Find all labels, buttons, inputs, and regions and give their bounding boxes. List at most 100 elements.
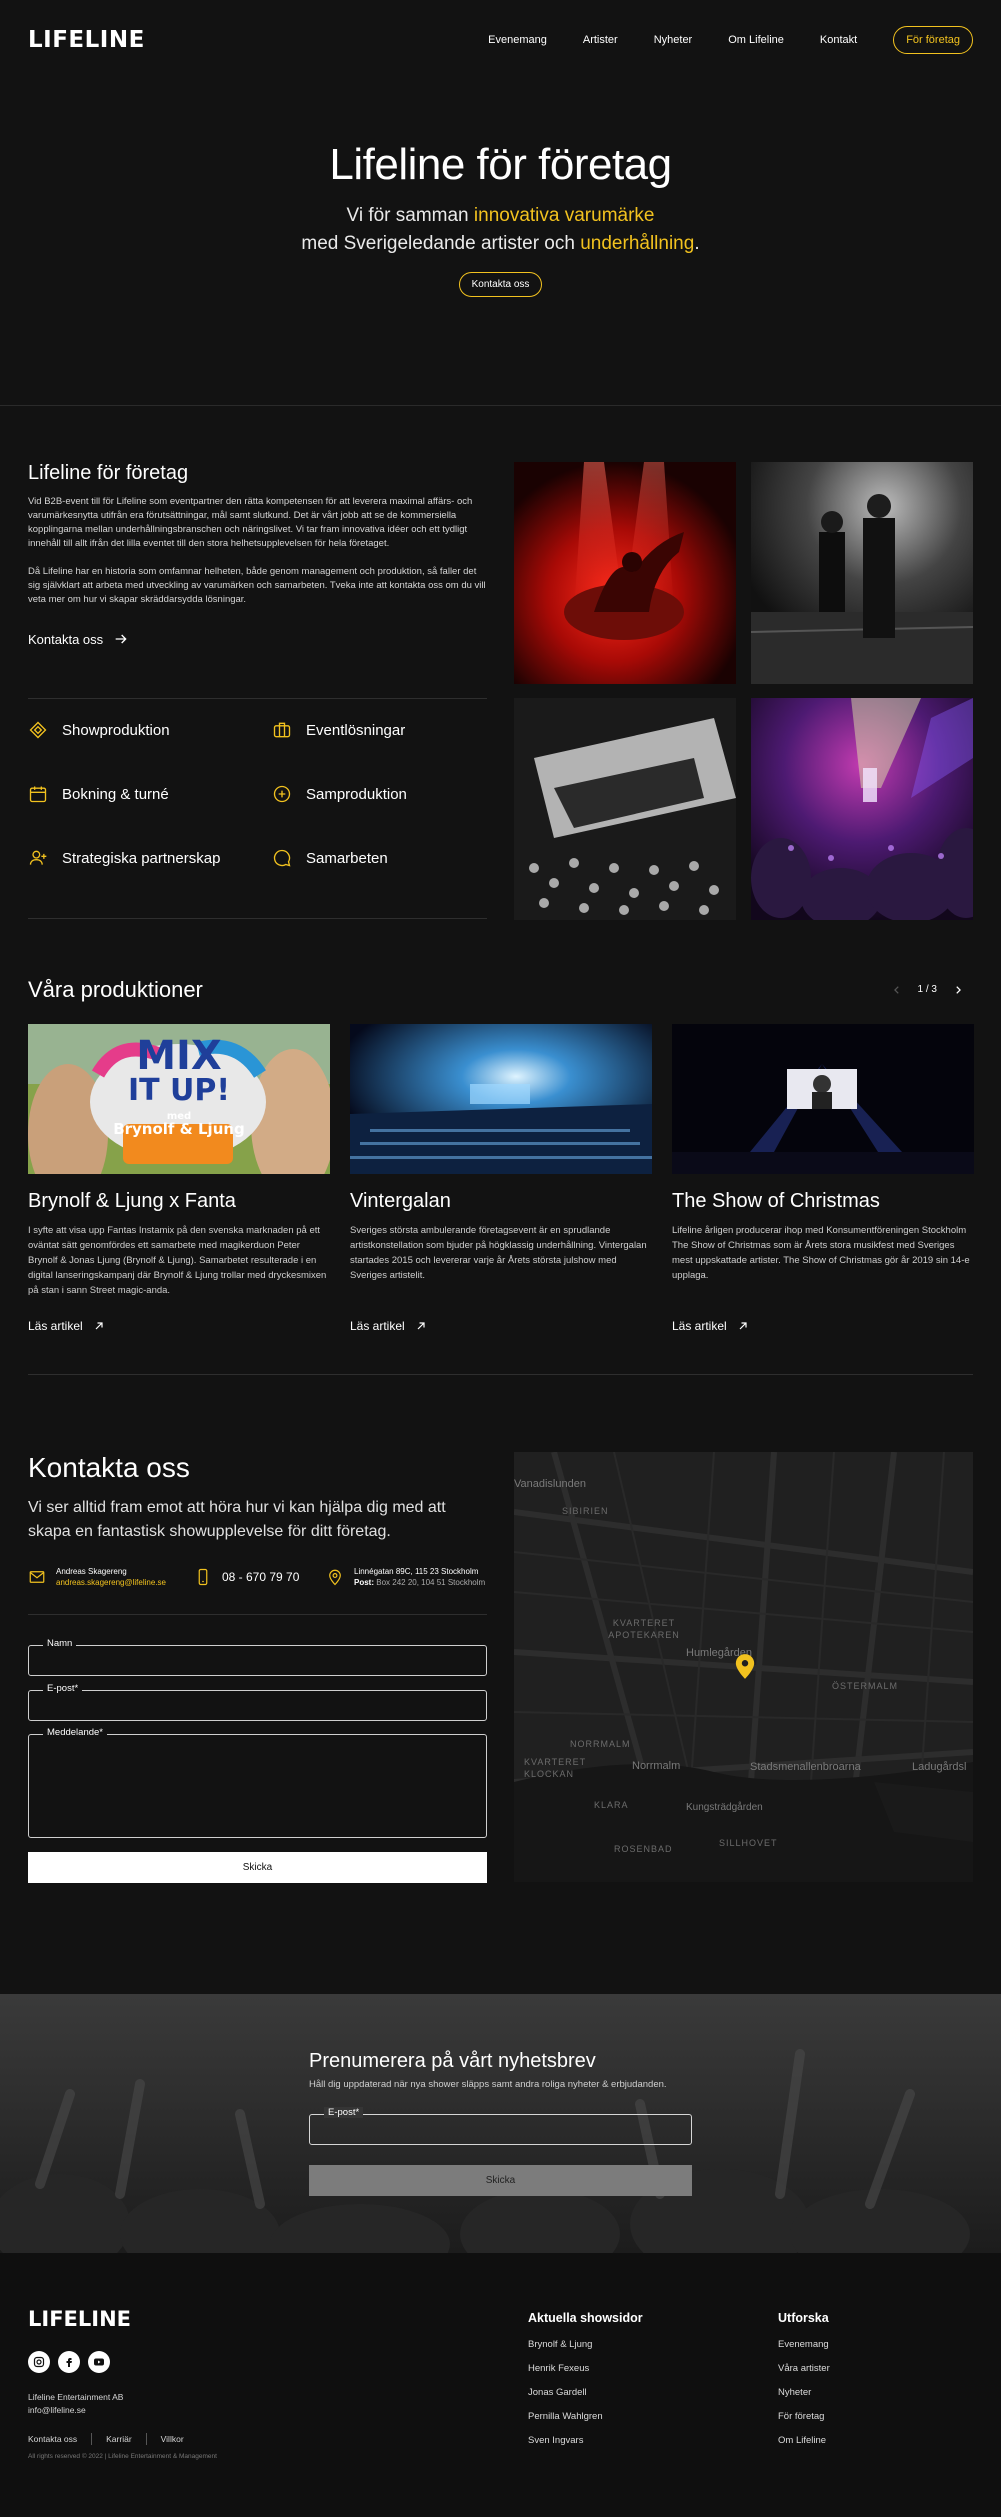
production-text: I syfte att visa upp Fantas Instamix på … bbox=[28, 1225, 327, 1296]
read-article-label: Läs artikel bbox=[350, 1319, 405, 1333]
fanta-logo-text-4: Brynolf & Ljung bbox=[113, 1120, 245, 1138]
contact-address-line1: Linnégatan 89C, 115 23 Stockholm bbox=[354, 1567, 479, 1576]
map[interactable]: SIBIRIEN KVARTERET APOTEKAREN ÖSTERMALM … bbox=[514, 1452, 973, 1882]
footer-col-utforska: Utforska Evenemang Våra artister Nyheter… bbox=[778, 2311, 830, 2459]
newsletter-email-label: E-post* bbox=[324, 2107, 364, 2118]
footer-link[interactable]: Evenemang bbox=[778, 2339, 830, 2350]
calendar-icon bbox=[29, 786, 47, 803]
service-label: Bokning & turné bbox=[62, 785, 169, 803]
footer-link[interactable]: Jonas Gardell bbox=[528, 2387, 643, 2398]
production-card-show-of-christmas[interactable]: The Show of Christmas Lifeline årligen p… bbox=[672, 1024, 974, 1335]
hero-title: Lifeline för företag bbox=[329, 140, 672, 189]
chevron-right-icon[interactable] bbox=[953, 985, 963, 995]
nav-link-kontakt[interactable]: Kontakt bbox=[820, 34, 857, 46]
about-divider-bottom bbox=[28, 918, 487, 919]
nav-link-evenemang[interactable]: Evenemang bbox=[488, 34, 547, 46]
hero-contact-button[interactable]: Kontakta oss bbox=[458, 272, 543, 297]
nav-link-nyheter[interactable]: Nyheter bbox=[654, 34, 693, 46]
hero-line1-highlight: innovativa varumärke bbox=[473, 205, 655, 226]
youtube-icon[interactable] bbox=[88, 2351, 110, 2373]
diamond-icon bbox=[29, 721, 47, 739]
footer-link-kontakta-oss[interactable]: Kontakta oss bbox=[28, 2434, 77, 2444]
page: LIFELINE Evenemang Artister Nyheter Om L… bbox=[0, 0, 1001, 2517]
footer-link[interactable]: Henrik Fexeus bbox=[528, 2363, 643, 2374]
production-image-fanta: MIX IT UP! med Brynolf & Ljung bbox=[28, 1024, 330, 1174]
newsletter-title: Prenumerera på vårt nyhetsbrev bbox=[309, 2050, 596, 2072]
newsletter-submit-button[interactable]: Skicka bbox=[309, 2165, 692, 2196]
footer-link[interactable]: Brynolf & Ljung bbox=[528, 2339, 643, 2350]
nav-link-artister[interactable]: Artister bbox=[583, 34, 618, 46]
production-image-vintergalan bbox=[350, 1024, 652, 1174]
nav-link-om-lifeline[interactable]: Om Lifeline bbox=[728, 34, 784, 46]
top-nav: LIFELINE Evenemang Artister Nyheter Om L… bbox=[0, 0, 1001, 80]
facebook-icon[interactable] bbox=[58, 2351, 80, 2373]
footer-link[interactable]: Om Lifeline bbox=[778, 2435, 830, 2446]
chevron-left-icon[interactable] bbox=[892, 985, 902, 995]
production-card-vintergalan[interactable]: Vintergalan Sveriges största ambulerande… bbox=[350, 1024, 652, 1335]
footer-email[interactable]: info@lifeline.se bbox=[28, 2404, 123, 2417]
read-article-link[interactable]: Läs artikel bbox=[28, 1319, 105, 1333]
read-article-link[interactable]: Läs artikel bbox=[672, 1319, 749, 1333]
logo[interactable]: LIFELINE bbox=[28, 27, 145, 53]
read-article-link[interactable]: Läs artikel bbox=[350, 1319, 427, 1333]
service-samproduktion: Samproduktion bbox=[272, 784, 488, 804]
contact-divider bbox=[28, 1614, 487, 1615]
arrow-right-icon bbox=[115, 634, 127, 644]
contact-submit-button[interactable]: Skicka bbox=[28, 1852, 487, 1883]
read-article-label: Läs artikel bbox=[672, 1319, 727, 1333]
footer-col-title: Utforska bbox=[778, 2311, 829, 2325]
map-street-stadsmenallenbroarna: Stadsmenallenbroarna bbox=[750, 1761, 861, 1773]
footer-link[interactable]: För företag bbox=[778, 2411, 830, 2422]
footer-link-karriar[interactable]: Karriär bbox=[106, 2434, 132, 2444]
contact-lead: Vi ser alltid fram emot att höra hur vi … bbox=[28, 1499, 446, 1540]
email-field[interactable]: E-post* bbox=[28, 1683, 487, 1721]
map-street-kungstradgarden: Kungsträdgården bbox=[686, 1802, 763, 1813]
hero-line2: med Sverigeledande artister och bbox=[301, 233, 581, 254]
read-article-label: Läs artikel bbox=[28, 1319, 83, 1333]
fanta-logo-text-2: IT UP! bbox=[127, 1073, 231, 1108]
footer-logo[interactable]: LIFELINE bbox=[28, 2307, 131, 2331]
contact-person-email[interactable]: andreas.skagereng@lifeline.se bbox=[56, 1577, 166, 1588]
pager-count: 1 / 3 bbox=[917, 984, 937, 995]
contact-info-row: Andreas Skagereng andreas.skagereng@life… bbox=[28, 1566, 487, 1588]
production-image-christmas bbox=[672, 1024, 974, 1174]
nav-cta-for-foretag[interactable]: För företag bbox=[893, 26, 973, 54]
photo-crowd-bw bbox=[514, 698, 736, 920]
map-street-ladugardsl: Ladugårdsl bbox=[912, 1761, 967, 1773]
about-contact-link[interactable]: Kontakta oss bbox=[28, 631, 129, 647]
productions-divider bbox=[28, 1374, 973, 1375]
message-field[interactable]: Meddelande* bbox=[28, 1727, 487, 1838]
production-card-fanta[interactable]: MIX IT UP! med Brynolf & Ljung Brynolf &… bbox=[28, 1024, 330, 1335]
productions-title: Våra produktioner bbox=[28, 977, 203, 1002]
instagram-icon[interactable] bbox=[28, 2351, 50, 2373]
map-street-norrmalm: Norrmalm bbox=[632, 1760, 681, 1772]
service-bokning-turne: Bokning & turné bbox=[28, 784, 272, 804]
hero-subtitle: Vi för samman innovativa varumärke med S… bbox=[0, 202, 1001, 258]
name-field[interactable]: Namn bbox=[28, 1638, 487, 1676]
footer-link[interactable]: Sven Ingvars bbox=[528, 2435, 643, 2446]
photo-concert-purple bbox=[751, 698, 973, 920]
footer: LIFELINE Lifeline Entertainment AB info@… bbox=[0, 2253, 1001, 2517]
phone-icon bbox=[198, 1568, 208, 1586]
contact-phone-number[interactable]: 08 - 670 79 70 bbox=[222, 1571, 299, 1583]
nav-links: Evenemang Artister Nyheter Om Lifeline K… bbox=[488, 26, 973, 54]
footer-link-villkor[interactable]: Villkor bbox=[161, 2434, 184, 2444]
newsletter-email-field[interactable]: E-post* bbox=[309, 2107, 692, 2145]
name-field-label: Namn bbox=[43, 1638, 77, 1649]
service-label: Samproduktion bbox=[306, 785, 407, 803]
photo-red-performer bbox=[514, 462, 736, 684]
map-pin-icon[interactable] bbox=[734, 1652, 756, 1680]
about-paragraph-1: Vid B2B-event till för Lifeline som even… bbox=[28, 496, 473, 549]
footer-col-showsidor: Aktuella showsidor Brynolf & Ljung Henri… bbox=[528, 2311, 643, 2459]
map-label-ostermalm: ÖSTERMALM bbox=[832, 1681, 899, 1691]
arrow-up-right-icon bbox=[739, 1322, 747, 1330]
services-grid: Showproduktion Eventlösningar Bokning & … bbox=[28, 720, 488, 868]
message-field-label: Meddelande* bbox=[43, 1727, 107, 1738]
productions-pager: 1 / 3 bbox=[892, 984, 963, 995]
chat-bubble-icon bbox=[273, 849, 291, 867]
footer-link[interactable]: Nyheter bbox=[778, 2387, 830, 2398]
arrow-up-right-icon bbox=[95, 1322, 103, 1330]
newsletter-section: Prenumerera på vårt nyhetsbrev Håll dig … bbox=[0, 1994, 1001, 2253]
footer-link[interactable]: Pernilla Wahlgren bbox=[528, 2411, 643, 2422]
footer-link[interactable]: Våra artister bbox=[778, 2363, 830, 2374]
